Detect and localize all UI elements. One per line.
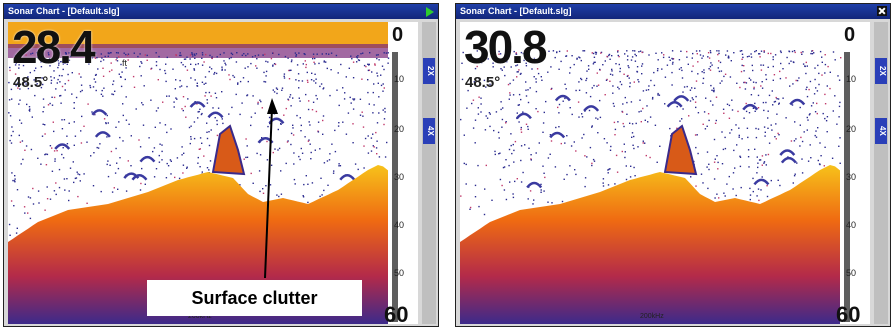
depth-scale-label: 40 (846, 220, 857, 230)
water-temp: 48.5° (465, 74, 501, 91)
depth-scale-bottom: 60 (384, 302, 409, 324)
depth-scale-label: 10 (394, 74, 405, 84)
close-icon[interactable] (877, 6, 887, 16)
play-icon[interactable] (426, 7, 434, 17)
depth-scale-label: 30 (846, 172, 857, 182)
depth-scale-label: 50 (394, 268, 405, 278)
depth-scale-top: 0 (844, 24, 856, 46)
depth-scale-top: 0 (392, 24, 404, 46)
zoom-sidebar: 2X 4X (422, 22, 436, 324)
zoom-4x-button[interactable]: 4X (423, 118, 435, 144)
sonar-window-right: Sonar Chart - [Default.slg] 30.8 48.5° 0… (455, 3, 891, 327)
title-bar[interactable]: Sonar Chart - [Default.slg] (456, 4, 890, 19)
depth-scale-label: 40 (394, 220, 405, 230)
depth-scale-label: 50 (846, 268, 857, 278)
title-bar[interactable]: Sonar Chart - [Default.slg] (4, 4, 438, 19)
depth-readout: 30.8 (464, 22, 548, 73)
depth-scale-label: 30 (394, 172, 405, 182)
zoom-2x-button[interactable]: 2X (423, 58, 435, 84)
depth-scale-bottom: 60 (836, 302, 861, 324)
depth-scale-label: 10 (846, 74, 857, 84)
sonar-chart[interactable]: 28.4 ft 48.5° 0 10 20 30 40 50 60 200kHz… (8, 22, 418, 324)
water-temp: 48.5° (13, 74, 49, 91)
depth-readout: 28.4 (12, 22, 96, 73)
frequency-label: 200kHz (640, 313, 664, 320)
depth-unit: ft (122, 58, 128, 68)
sonar-chart[interactable]: 30.8 48.5° 0 10 20 30 40 50 60 200kHz (460, 22, 870, 324)
depth-scale-label: 20 (394, 124, 405, 134)
zoom-2x-button[interactable]: 2X (875, 58, 887, 84)
zoom-sidebar: 2X 4X (874, 22, 888, 324)
window-title: Sonar Chart - [Default.slg] (460, 6, 572, 16)
zoom-4x-button[interactable]: 4X (875, 118, 887, 144)
window-title: Sonar Chart - [Default.slg] (8, 6, 120, 16)
depth-scale-label: 20 (846, 124, 857, 134)
sonar-window-left: Sonar Chart - [Default.slg] 28.4 ft 48.5… (3, 3, 439, 327)
surface-clutter-callout: Surface clutter (147, 280, 362, 316)
